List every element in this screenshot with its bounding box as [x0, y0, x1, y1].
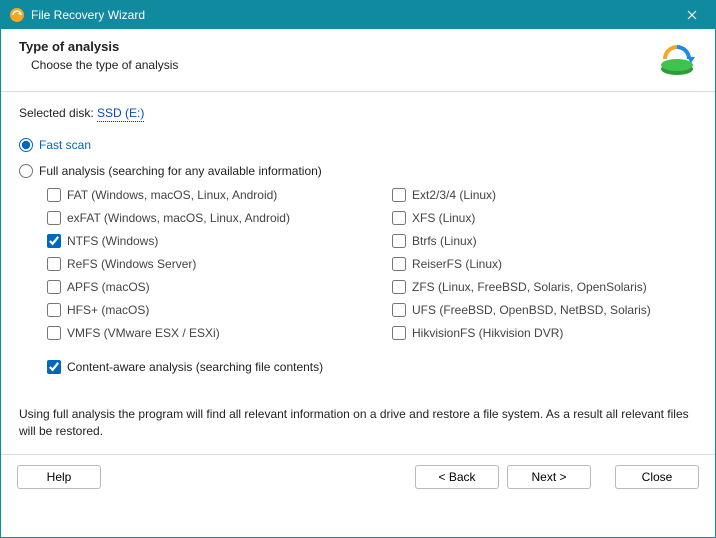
hint-text: Using full analysis the program will fin… [1, 400, 715, 454]
full-analysis-radio-input[interactable] [19, 164, 33, 178]
selected-disk-row: Selected disk: SSD (E:) [19, 106, 697, 120]
full-analysis-label: Full analysis (searching for any availab… [39, 164, 322, 178]
fs-checkbox-reiserfs[interactable]: ReiserFS (Linux) [392, 257, 697, 271]
fs-checkbox-ntfs[interactable]: NTFS (Windows) [47, 234, 352, 248]
fs-checkbox-apfs[interactable]: APFS (macOS) [47, 280, 352, 294]
selected-disk-label: Selected disk: [19, 106, 97, 120]
selected-disk-link[interactable]: SSD (E:) [97, 106, 144, 122]
content-aware-checkbox-input[interactable] [47, 360, 61, 374]
wizard-footer: Help < Back Next > Close [1, 454, 715, 499]
fs-checkbox-xfs[interactable]: XFS (Linux) [392, 211, 697, 225]
fs-checkbox-zfs[interactable]: ZFS (Linux, FreeBSD, Solaris, OpenSolari… [392, 280, 697, 294]
back-button[interactable]: < Back [415, 465, 499, 489]
wizard-content: Selected disk: SSD (E:) Fast scan Full a… [1, 92, 715, 400]
close-icon[interactable] [677, 1, 707, 29]
content-aware-label: Content-aware analysis (searching file c… [67, 360, 323, 374]
full-analysis-radio[interactable]: Full analysis (searching for any availab… [19, 164, 697, 178]
fs-checkbox-vmfs[interactable]: VMFS (VMware ESX / ESXi) [47, 326, 352, 340]
titlebar: File Recovery Wizard [1, 1, 715, 29]
fs-checkbox-exfat[interactable]: exFAT (Windows, macOS, Linux, Android) [47, 211, 352, 225]
page-subtitle: Choose the type of analysis [31, 58, 657, 72]
fs-checkbox-refs[interactable]: ReFS (Windows Server) [47, 257, 352, 271]
fs-checkbox-hikvision[interactable]: HikvisionFS (Hikvision DVR) [392, 326, 697, 340]
fast-scan-label: Fast scan [39, 138, 91, 152]
fast-scan-radio-input[interactable] [19, 138, 33, 152]
fast-scan-radio[interactable]: Fast scan [19, 138, 697, 152]
help-button[interactable]: Help [17, 465, 101, 489]
page-title: Type of analysis [19, 39, 657, 54]
wizard-header: Type of analysis Choose the type of anal… [1, 29, 715, 92]
recovery-icon [657, 39, 697, 79]
fs-checkbox-btrfs[interactable]: Btrfs (Linux) [392, 234, 697, 248]
fs-checkbox-ext[interactable]: Ext2/3/4 (Linux) [392, 188, 697, 202]
window-title: File Recovery Wizard [31, 8, 677, 22]
next-button[interactable]: Next > [507, 465, 591, 489]
close-button[interactable]: Close [615, 465, 699, 489]
app-icon [9, 7, 25, 23]
fs-checkbox-ufs[interactable]: UFS (FreeBSD, OpenBSD, NetBSD, Solaris) [392, 303, 697, 317]
fs-checkbox-hfs[interactable]: HFS+ (macOS) [47, 303, 352, 317]
content-aware-checkbox[interactable]: Content-aware analysis (searching file c… [47, 360, 697, 374]
fs-checkbox-fat[interactable]: FAT (Windows, macOS, Linux, Android) [47, 188, 352, 202]
filesystem-grid: FAT (Windows, macOS, Linux, Android) Ext… [47, 188, 697, 340]
